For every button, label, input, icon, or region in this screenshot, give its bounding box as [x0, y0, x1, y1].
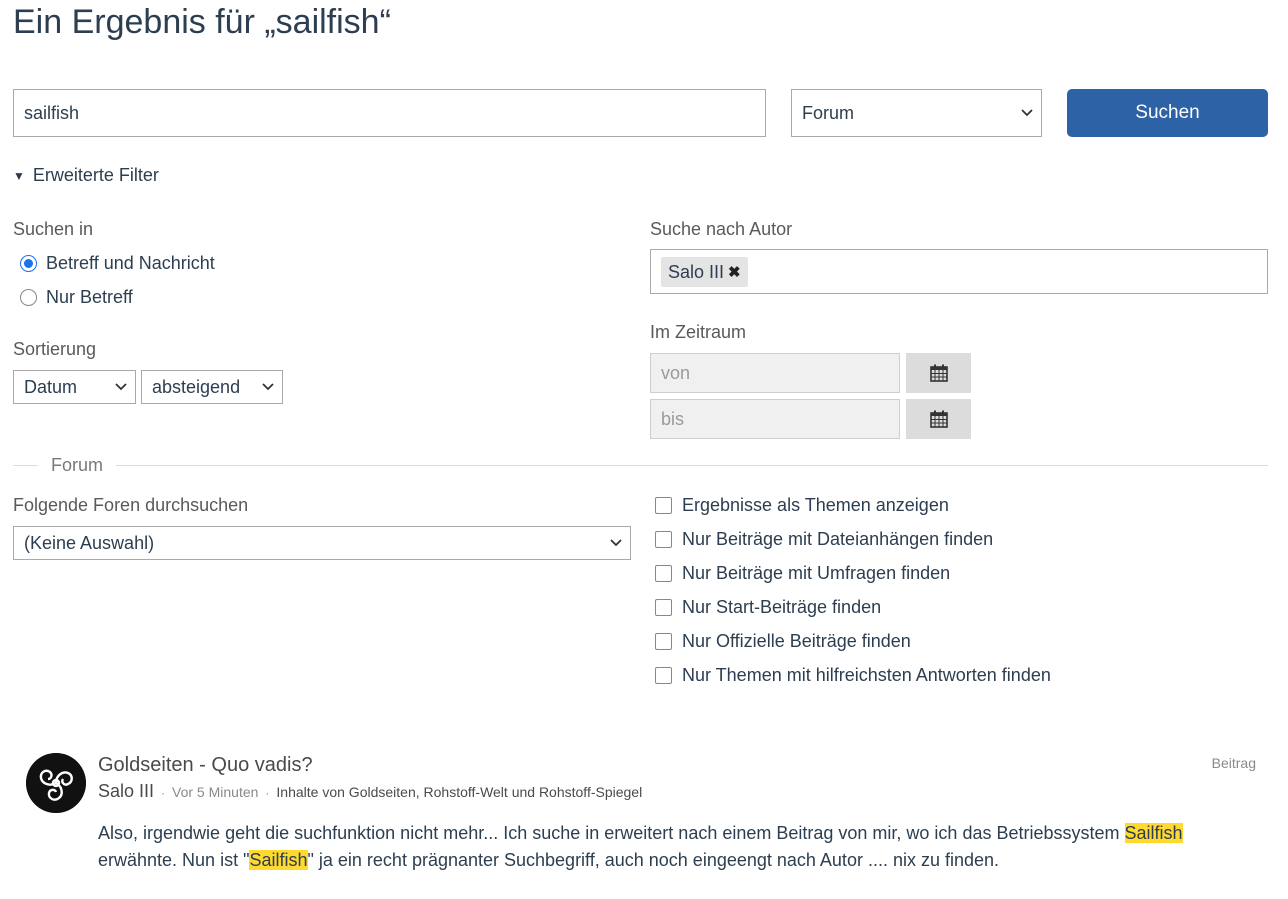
author-tag: Salo III ✖: [661, 257, 748, 287]
checkbox-official-posts[interactable]: Nur Offizielle Beiträge finden: [655, 631, 911, 652]
checkbox[interactable]: [655, 565, 672, 582]
radio-label: Betreff und Nachricht: [46, 253, 215, 273]
forums-select-value: (Keine Auswahl): [24, 532, 155, 553]
checkbox-with-attachments[interactable]: Nur Beiträge mit Dateianhängen finden: [655, 529, 993, 550]
advanced-filter-toggle[interactable]: ▼ Erweiterte Filter: [13, 165, 159, 186]
chevron-down-icon: [1021, 106, 1033, 120]
checkbox[interactable]: [655, 531, 672, 548]
result-excerpt: Also, irgendwie geht die suchfunktion ni…: [98, 820, 1248, 874]
checkbox-start-posts[interactable]: Nur Start-Beiträge finden: [655, 597, 881, 618]
checkbox[interactable]: [655, 667, 672, 684]
forums-select[interactable]: (Keine Auswahl): [13, 526, 631, 560]
chevron-down-icon: [262, 380, 274, 394]
result-time: Vor 5 Minuten: [172, 784, 259, 800]
forum-section-legend: Forum: [38, 455, 117, 476]
excerpt-text: erwähnte. Nun ist ": [98, 850, 250, 870]
search-input[interactable]: [13, 89, 766, 137]
checkbox-with-polls[interactable]: Nur Beiträge mit Umfragen finden: [655, 563, 950, 584]
sort-field-value: Datum: [24, 376, 78, 397]
forums-label: Folgende Foren durchsuchen: [13, 495, 249, 515]
chevron-down-icon: [610, 536, 622, 550]
checkbox[interactable]: [655, 599, 672, 616]
search-scope-value: Forum: [802, 102, 855, 123]
checkbox-label: Nur Beiträge mit Dateianhängen finden: [682, 529, 994, 549]
checkbox-label: Nur Beiträge mit Umfragen finden: [682, 563, 951, 583]
radio-button[interactable]: [20, 289, 37, 306]
remove-tag-icon[interactable]: ✖: [728, 263, 741, 281]
radio-button[interactable]: [20, 255, 37, 272]
calendar-icon: [929, 364, 948, 382]
checkbox[interactable]: [655, 633, 672, 650]
excerpt-text: Also, irgendwie geht die suchfunktion ni…: [98, 823, 1125, 843]
chevron-down-icon: [115, 380, 127, 394]
search-button[interactable]: Suchen: [1067, 89, 1268, 137]
checkbox-helpful-answers[interactable]: Nur Themen mit hilfreichsten Antworten f…: [655, 665, 1051, 686]
checkbox-label: Ergebnisse als Themen anzeigen: [682, 495, 949, 515]
separator-dot: ·: [265, 786, 270, 800]
forum-section-divider: [13, 465, 1268, 466]
radio-label: Nur Betreff: [46, 287, 133, 307]
calendar-icon: [929, 410, 948, 428]
checkbox-show-as-topics[interactable]: Ergebnisse als Themen anzeigen: [655, 495, 949, 516]
search-scope-select[interactable]: Forum: [791, 89, 1042, 137]
separator-dot: ·: [161, 786, 166, 800]
author-label: Suche nach Autor: [650, 219, 793, 239]
search-in-label: Suchen in: [13, 219, 94, 239]
author-avatar[interactable]: [26, 753, 86, 813]
sort-order-select[interactable]: absteigend: [141, 370, 283, 404]
checkbox-label: Nur Offizielle Beiträge finden: [682, 631, 911, 651]
checkbox-label: Nur Themen mit hilfreichsten Antworten f…: [682, 665, 1051, 685]
page-title: Ein Ergebnis für „sailfish“: [13, 3, 391, 41]
date-from-input[interactable]: von: [650, 353, 900, 393]
author-input[interactable]: Salo III ✖: [650, 249, 1268, 294]
date-to-placeholder: bis: [661, 408, 685, 429]
checkbox-label: Nur Start-Beiträge finden: [682, 597, 882, 617]
date-from-placeholder: von: [661, 362, 691, 383]
sort-order-value: absteigend: [152, 376, 241, 397]
date-to-calendar-button[interactable]: [906, 399, 971, 439]
radio-subject-and-message[interactable]: Betreff und Nachricht: [20, 253, 215, 274]
search-highlight: Sailfish: [249, 850, 308, 870]
excerpt-text: " ja ein recht prägnanter Suchbegriff, a…: [307, 850, 1000, 870]
advanced-filter-label: Erweiterte Filter: [32, 165, 159, 185]
result-board-link[interactable]: Inhalte von Goldseiten, Rohstoff-Welt un…: [276, 784, 642, 800]
result-title-link[interactable]: Goldseiten - Quo vadis?: [98, 754, 313, 777]
checkbox[interactable]: [655, 497, 672, 514]
triangle-down-icon: ▼: [13, 168, 25, 183]
sort-field-select[interactable]: Datum: [13, 370, 136, 404]
sort-label: Sortierung: [13, 339, 97, 359]
result-author-link[interactable]: Salo III: [98, 781, 154, 802]
result-type-label: Beitrag: [1211, 755, 1256, 771]
result-meta: Salo III · Vor 5 Minuten · Inhalte von G…: [98, 781, 642, 802]
search-highlight: Sailfish: [1124, 823, 1183, 843]
triskelion-avatar-icon: [26, 753, 86, 813]
radio-subject-only[interactable]: Nur Betreff: [20, 287, 133, 308]
date-from-calendar-button[interactable]: [906, 353, 971, 393]
author-tag-label: Salo III: [668, 261, 725, 282]
period-label: Im Zeitraum: [650, 322, 747, 342]
date-to-input[interactable]: bis: [650, 399, 900, 439]
